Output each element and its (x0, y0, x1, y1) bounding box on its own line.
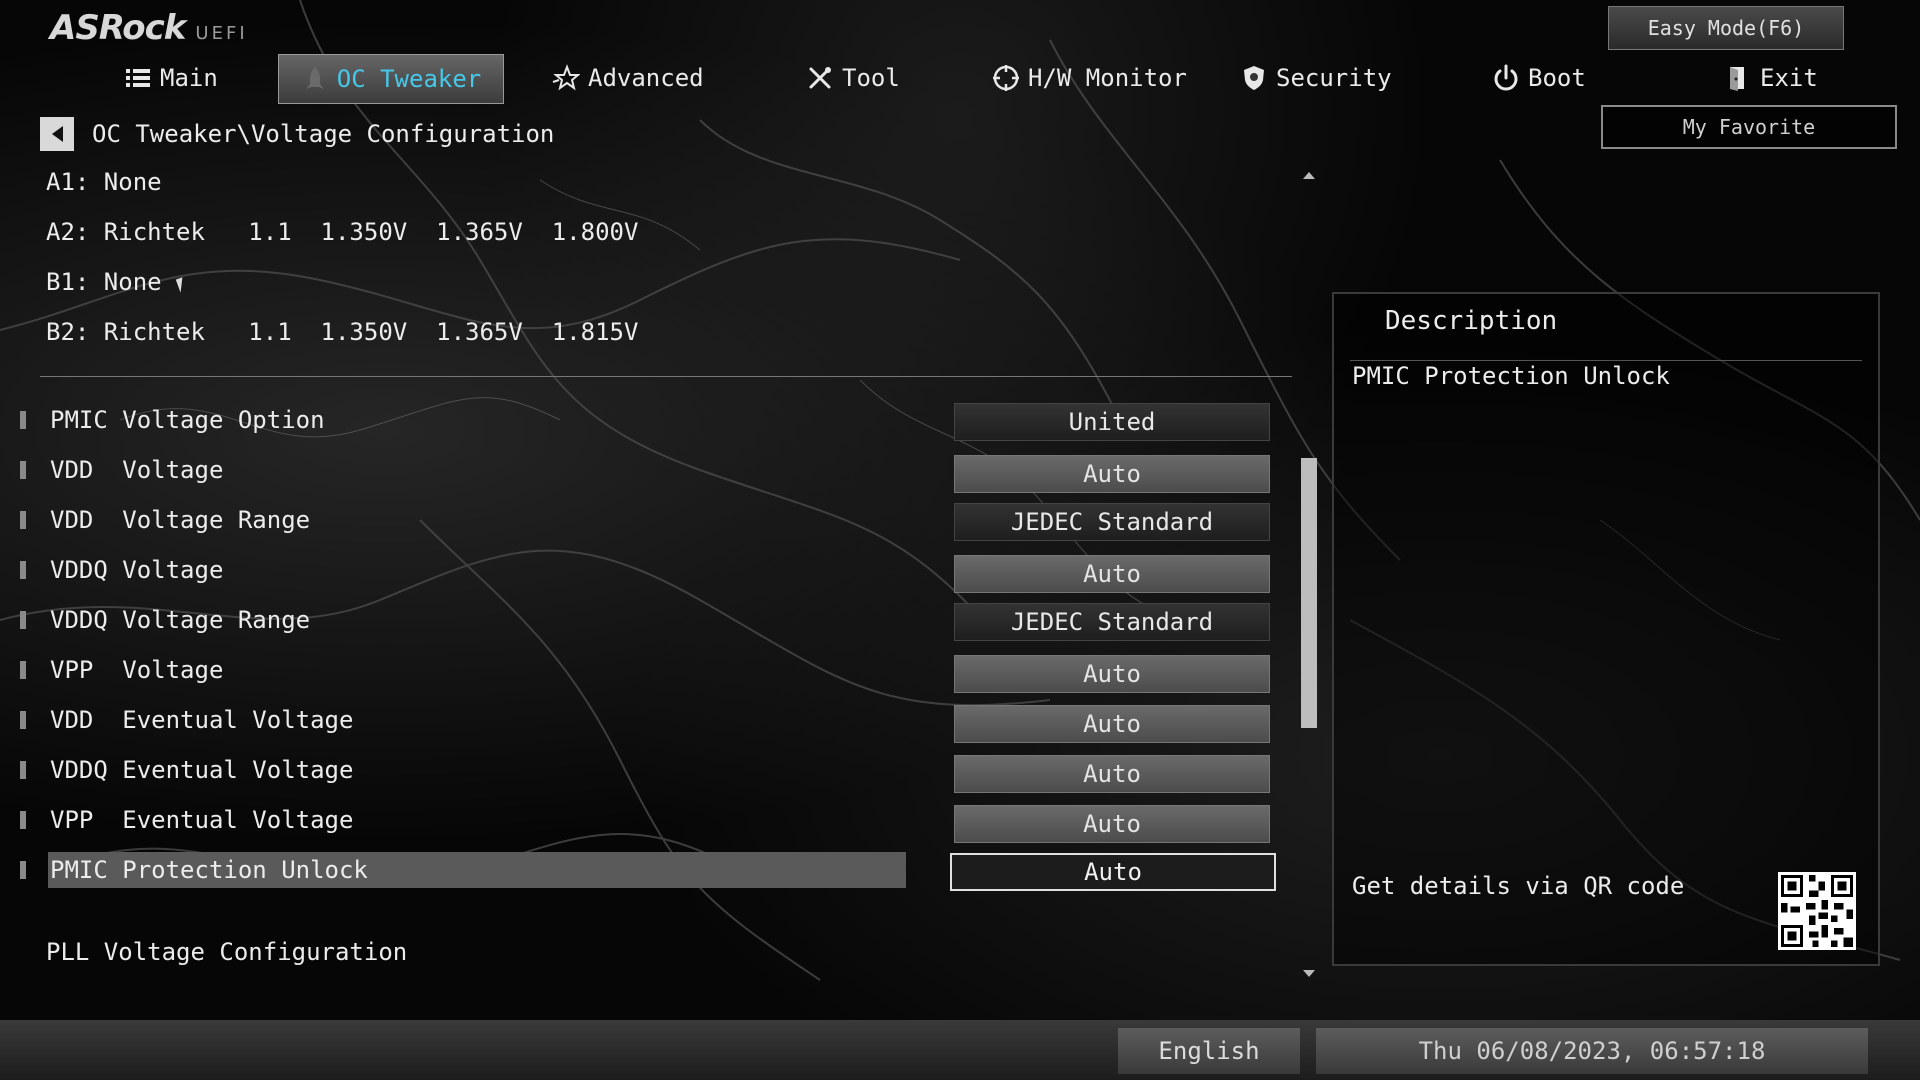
description-title: Description (1385, 306, 1558, 336)
setting-label: VDDQ Voltage (50, 556, 224, 584)
scroll-down-arrow-icon[interactable] (1303, 970, 1315, 977)
divider (40, 376, 1292, 377)
my-favorite-button[interactable]: My Favorite (1601, 105, 1897, 149)
row-marker (20, 761, 26, 779)
setting-label: VDDQ Eventual Voltage (50, 756, 354, 784)
back-button[interactable] (40, 117, 74, 151)
tools-icon (809, 67, 831, 89)
setting-pmic-voltage-option[interactable]: PMIC Voltage Option (20, 400, 908, 440)
setting-vpp-eventual-voltage[interactable]: VPP Eventual Voltage (20, 800, 908, 840)
setting-label: VDD Voltage Range (50, 506, 311, 534)
setting-label: VDDQ Voltage Range (50, 606, 311, 634)
tab-label: Exit (1760, 64, 1818, 92)
value-vpp-voltage[interactable]: Auto (954, 655, 1270, 693)
tab-tool[interactable]: Tool (806, 54, 900, 102)
list-icon (126, 69, 150, 87)
asrock-logo: ASRock UEFI (50, 8, 248, 48)
rocket-icon (305, 67, 324, 89)
setting-vdd-eventual-voltage[interactable]: VDD Eventual Voltage (20, 700, 908, 740)
description-panel (1332, 292, 1880, 966)
value-vddq-voltage-range[interactable]: JEDEC Standard (954, 603, 1270, 641)
setting-vddq-eventual-voltage[interactable]: VDDQ Eventual Voltage (20, 750, 908, 790)
value-vdd-voltage[interactable]: Auto (954, 455, 1270, 493)
setting-pmic-protection-unlock[interactable]: PMIC Protection Unlock (20, 850, 908, 890)
power-icon (1494, 64, 1518, 91)
logo-text: ASRock (50, 8, 186, 48)
value-pmic-voltage-option[interactable]: United (954, 403, 1270, 441)
value-vddq-eventual-voltage[interactable]: Auto (954, 755, 1270, 793)
tab-security[interactable]: Security (1240, 54, 1392, 102)
crosshair-icon (993, 65, 1019, 91)
tab-label: Tool (842, 64, 900, 92)
shield-icon (1244, 66, 1264, 90)
row-marker (20, 411, 26, 429)
tab-advanced[interactable]: Advanced (552, 54, 704, 102)
value-vddq-voltage[interactable]: Auto (954, 555, 1270, 593)
datetime-display: Thu 06/08/2023, 06:57:18 (1316, 1028, 1868, 1074)
submenu-pll-voltage-configuration[interactable]: PLL Voltage Configuration (46, 938, 407, 966)
setting-vddq-voltage-range[interactable]: VDDQ Voltage Range (20, 600, 908, 640)
value-vpp-eventual-voltage[interactable]: Auto (954, 805, 1270, 843)
description-text: PMIC Protection Unlock (1352, 362, 1670, 390)
dimm-info-b1: B1: None (46, 268, 162, 296)
scrollbar-thumb[interactable] (1301, 458, 1317, 728)
value-vdd-eventual-voltage[interactable]: Auto (954, 705, 1270, 743)
arrow-left-icon (51, 126, 63, 142)
tab-label: Advanced (588, 64, 704, 92)
exit-door-icon (1730, 67, 1744, 91)
uefi-label: UEFI (195, 23, 248, 44)
qr-code-icon (1778, 872, 1856, 950)
tab-exit[interactable]: Exit (1724, 54, 1818, 102)
qr-hint: Get details via QR code (1352, 872, 1685, 900)
easy-mode-button[interactable]: Easy Mode(F6) (1608, 6, 1844, 50)
row-marker (20, 661, 26, 679)
tab-main[interactable]: Main (124, 54, 218, 102)
setting-label: PMIC Protection Unlock (48, 852, 906, 888)
setting-label: VDD Eventual Voltage (50, 706, 354, 734)
row-marker (20, 611, 26, 629)
description-divider (1350, 360, 1862, 361)
row-marker (20, 461, 26, 479)
tab-label: OC Tweaker (336, 65, 482, 93)
tab-boot[interactable]: Boot (1492, 54, 1586, 102)
tab-label: Main (160, 64, 218, 92)
setting-vdd-voltage-range[interactable]: VDD Voltage Range (20, 500, 908, 540)
language-selector[interactable]: English (1118, 1028, 1300, 1074)
setting-vdd-voltage[interactable]: VDD Voltage (20, 450, 908, 490)
tab-label: Boot (1528, 64, 1586, 92)
value-pmic-protection-unlock[interactable]: Auto (950, 853, 1276, 891)
row-marker (20, 711, 26, 729)
tab-label: H/W Monitor (1028, 64, 1187, 92)
breadcrumb-path: OC Tweaker\Voltage Configuration (92, 120, 555, 148)
scroll-up-arrow-icon[interactable] (1303, 172, 1315, 179)
setting-label: PMIC Voltage Option (50, 406, 325, 434)
tab-hw-monitor[interactable]: H/W Monitor (992, 54, 1187, 102)
dimm-info-a2: A2: Richtek 1.1 1.350V 1.365V 1.800V (46, 218, 639, 246)
tab-label: Security (1276, 64, 1392, 92)
setting-label: VPP Eventual Voltage (50, 806, 354, 834)
value-vdd-voltage-range[interactable]: JEDEC Standard (954, 503, 1270, 541)
dimm-info-b2: B2: Richtek 1.1 1.350V 1.365V 1.815V (46, 318, 639, 346)
breadcrumb: OC Tweaker\Voltage Configuration (40, 116, 554, 152)
star-icon (552, 64, 580, 91)
row-marker (20, 511, 26, 529)
row-marker (20, 811, 26, 829)
row-marker (20, 561, 26, 579)
setting-vddq-voltage[interactable]: VDDQ Voltage (20, 550, 908, 590)
setting-label: VPP Voltage (50, 656, 224, 684)
dimm-info-a1: A1: None (46, 168, 162, 196)
row-marker (20, 861, 26, 879)
tab-oc-tweaker[interactable]: OC Tweaker (278, 54, 504, 104)
setting-vpp-voltage[interactable]: VPP Voltage (20, 650, 908, 690)
setting-label: VDD Voltage (50, 456, 224, 484)
